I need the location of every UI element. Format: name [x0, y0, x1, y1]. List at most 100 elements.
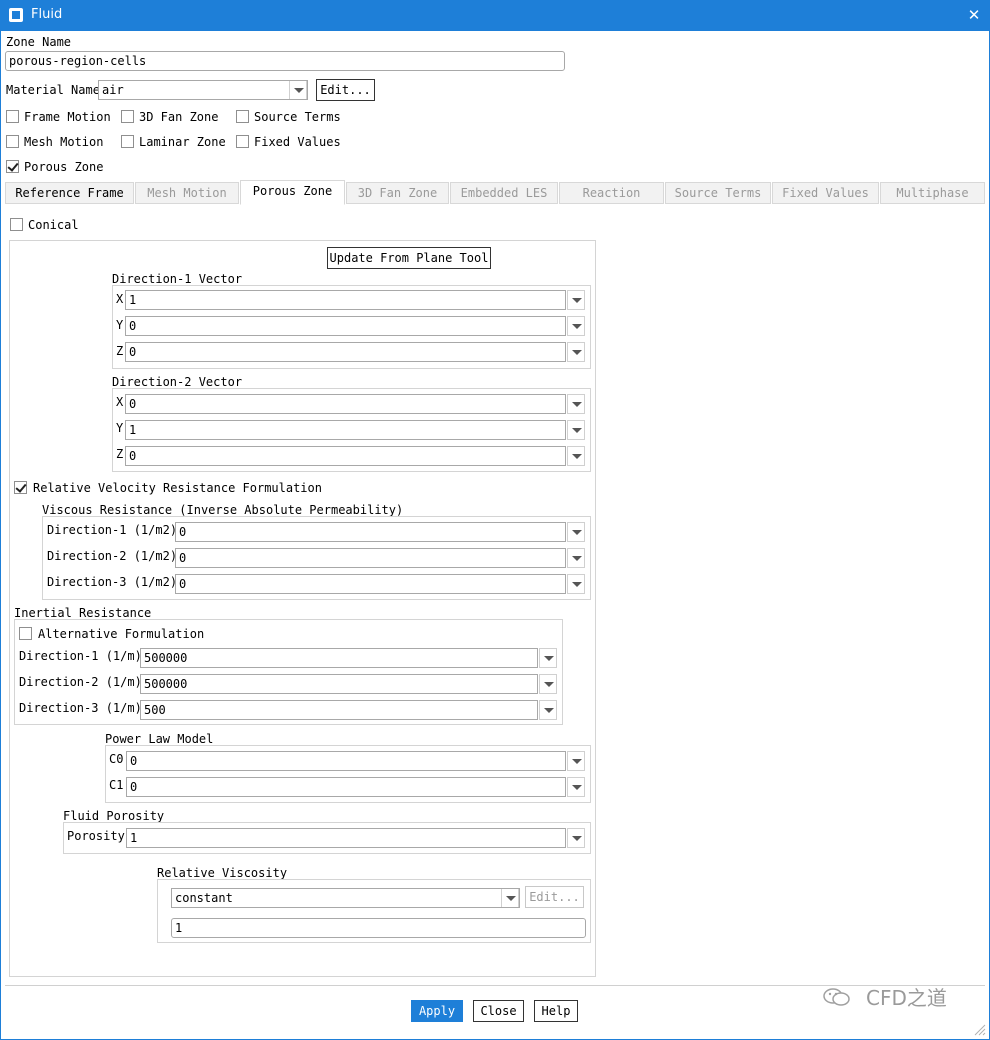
tab-mesh-motion[interactable]: Mesh Motion: [135, 182, 239, 204]
mesh-motion-checkbox[interactable]: [6, 135, 19, 148]
inertial-dir3-label: Direction-3 (1/m): [19, 701, 142, 715]
mesh-motion-label: Mesh Motion: [24, 135, 104, 149]
alternative-formulation-checkbox[interactable]: [19, 627, 32, 640]
porosity-label: Porosity: [67, 829, 125, 843]
direction-1-vector-title: Direction-1 Vector: [112, 272, 243, 286]
viscous-dir2-label: Direction-2 (1/m2): [47, 549, 178, 563]
close-icon[interactable]: ✕: [962, 4, 986, 26]
tab-porous-zone[interactable]: Porous Zone: [240, 180, 345, 205]
inertial-dir1-input[interactable]: 500000: [140, 648, 538, 668]
c1-label: C1: [109, 778, 124, 792]
c0-label: C0: [109, 752, 124, 766]
inertial-dir3-input[interactable]: 500: [140, 700, 538, 720]
fixed-values-label: Fixed Values: [254, 135, 341, 149]
update-from-plane-tool-button[interactable]: Update From Plane Tool: [327, 247, 491, 269]
chevron-down-icon[interactable]: [567, 420, 585, 440]
viscous-dir2-input[interactable]: 0: [175, 548, 566, 568]
dir2-z-label: Z: [116, 447, 124, 461]
3d-fan-zone-label: 3D Fan Zone: [139, 110, 219, 124]
chevron-down-icon[interactable]: [289, 81, 307, 99]
porosity-input[interactable]: 1: [126, 828, 566, 848]
c1-input[interactable]: 0: [126, 777, 566, 797]
chevron-down-icon[interactable]: [567, 828, 585, 848]
chevron-down-icon[interactable]: [567, 548, 585, 568]
laminar-zone-label: Laminar Zone: [139, 135, 226, 149]
dir1-z-input[interactable]: 0: [125, 342, 566, 362]
dir1-z-label: Z: [116, 344, 124, 358]
chevron-down-icon[interactable]: [501, 889, 519, 907]
inertial-dir2-input[interactable]: 500000: [140, 674, 538, 694]
tab-fixed-values[interactable]: Fixed Values: [772, 182, 879, 204]
relative-velocity-checkbox[interactable]: [14, 481, 27, 494]
fluid-porosity-title: Fluid Porosity: [63, 809, 165, 823]
tab-source-terms[interactable]: Source Terms: [665, 182, 771, 204]
relative-viscosity-edit-button[interactable]: Edit...: [525, 886, 584, 908]
material-edit-button[interactable]: Edit...: [316, 79, 375, 101]
viscous-dir1-input[interactable]: 0: [175, 522, 566, 542]
relative-viscosity-method-value: constant: [175, 891, 233, 905]
relative-viscosity-value-input[interactable]: 1: [171, 918, 586, 938]
direction-2-vector-title: Direction-2 Vector: [112, 375, 243, 389]
chevron-down-icon[interactable]: [567, 522, 585, 542]
source-terms-label: Source Terms: [254, 110, 341, 124]
chevron-down-icon[interactable]: [567, 751, 585, 771]
chevron-down-icon[interactable]: [567, 574, 585, 594]
tab-3d-fan-zone[interactable]: 3D Fan Zone: [346, 182, 449, 204]
fixed-values-checkbox[interactable]: [236, 135, 249, 148]
viscous-dir3-input[interactable]: 0: [175, 574, 566, 594]
dir1-x-input[interactable]: 1: [125, 290, 566, 310]
dir1-y-input[interactable]: 0: [125, 316, 566, 336]
alternative-formulation-label: Alternative Formulation: [38, 627, 205, 641]
frame-motion-checkbox[interactable]: [6, 110, 19, 123]
relative-viscosity-method-select[interactable]: constant: [171, 888, 520, 908]
tab-multiphase[interactable]: Multiphase: [880, 182, 985, 204]
tab-reaction[interactable]: Reaction: [559, 182, 664, 204]
dir2-y-input[interactable]: 1: [125, 420, 566, 440]
source-terms-checkbox[interactable]: [236, 110, 249, 123]
dir2-x-label: X: [116, 395, 124, 409]
chevron-down-icon[interactable]: [567, 290, 585, 310]
frame-motion-label: Frame Motion: [24, 110, 111, 124]
tab-reference-frame[interactable]: Reference Frame: [5, 182, 134, 204]
app-icon: [9, 8, 23, 22]
inertial-dir2-label: Direction-2 (1/m): [19, 675, 142, 689]
laminar-zone-checkbox[interactable]: [121, 135, 134, 148]
viscous-dir3-label: Direction-3 (1/m2): [47, 575, 178, 589]
tab-embedded-les[interactable]: Embedded LES: [450, 182, 558, 204]
footer-divider: [5, 985, 985, 986]
zone-name-input[interactable]: porous-region-cells: [5, 51, 565, 71]
c0-input[interactable]: 0: [126, 751, 566, 771]
viscous-resistance-title: Viscous Resistance (Inverse Absolute Per…: [42, 503, 404, 517]
3d-fan-zone-checkbox[interactable]: [121, 110, 134, 123]
relative-viscosity-title: Relative Viscosity: [157, 866, 288, 880]
chevron-down-icon[interactable]: [539, 648, 557, 668]
chevron-down-icon[interactable]: [567, 342, 585, 362]
window-title: Fluid: [31, 7, 63, 22]
conical-checkbox[interactable]: [10, 218, 23, 231]
viscous-dir1-label: Direction-1 (1/m2): [47, 523, 178, 537]
material-value: air: [102, 83, 124, 97]
material-name-label: Material Name: [6, 83, 100, 97]
close-button[interactable]: Close: [473, 1000, 524, 1022]
porous-zone-label: Porous Zone: [24, 160, 104, 174]
inertial-resistance-title: Inertial Resistance: [14, 606, 152, 620]
chevron-down-icon[interactable]: [539, 674, 557, 694]
material-select[interactable]: air: [98, 80, 308, 100]
porous-zone-checkbox[interactable]: [6, 160, 19, 173]
help-button[interactable]: Help: [534, 1000, 578, 1022]
chevron-down-icon[interactable]: [567, 446, 585, 466]
dir2-x-input[interactable]: 0: [125, 394, 566, 414]
dir2-y-label: Y: [116, 421, 124, 435]
chevron-down-icon[interactable]: [567, 777, 585, 797]
apply-button[interactable]: Apply: [411, 1000, 463, 1022]
relative-velocity-label: Relative Velocity Resistance Formulation: [33, 481, 322, 495]
dir2-z-input[interactable]: 0: [125, 446, 566, 466]
title-bar: [0, 0, 990, 31]
zone-name-label: Zone Name: [6, 35, 72, 49]
chevron-down-icon[interactable]: [539, 700, 557, 720]
conical-label: Conical: [28, 218, 79, 232]
resize-grip-icon[interactable]: [972, 1022, 986, 1036]
chevron-down-icon[interactable]: [567, 316, 585, 336]
wechat-icon: [822, 987, 852, 1007]
chevron-down-icon[interactable]: [567, 394, 585, 414]
